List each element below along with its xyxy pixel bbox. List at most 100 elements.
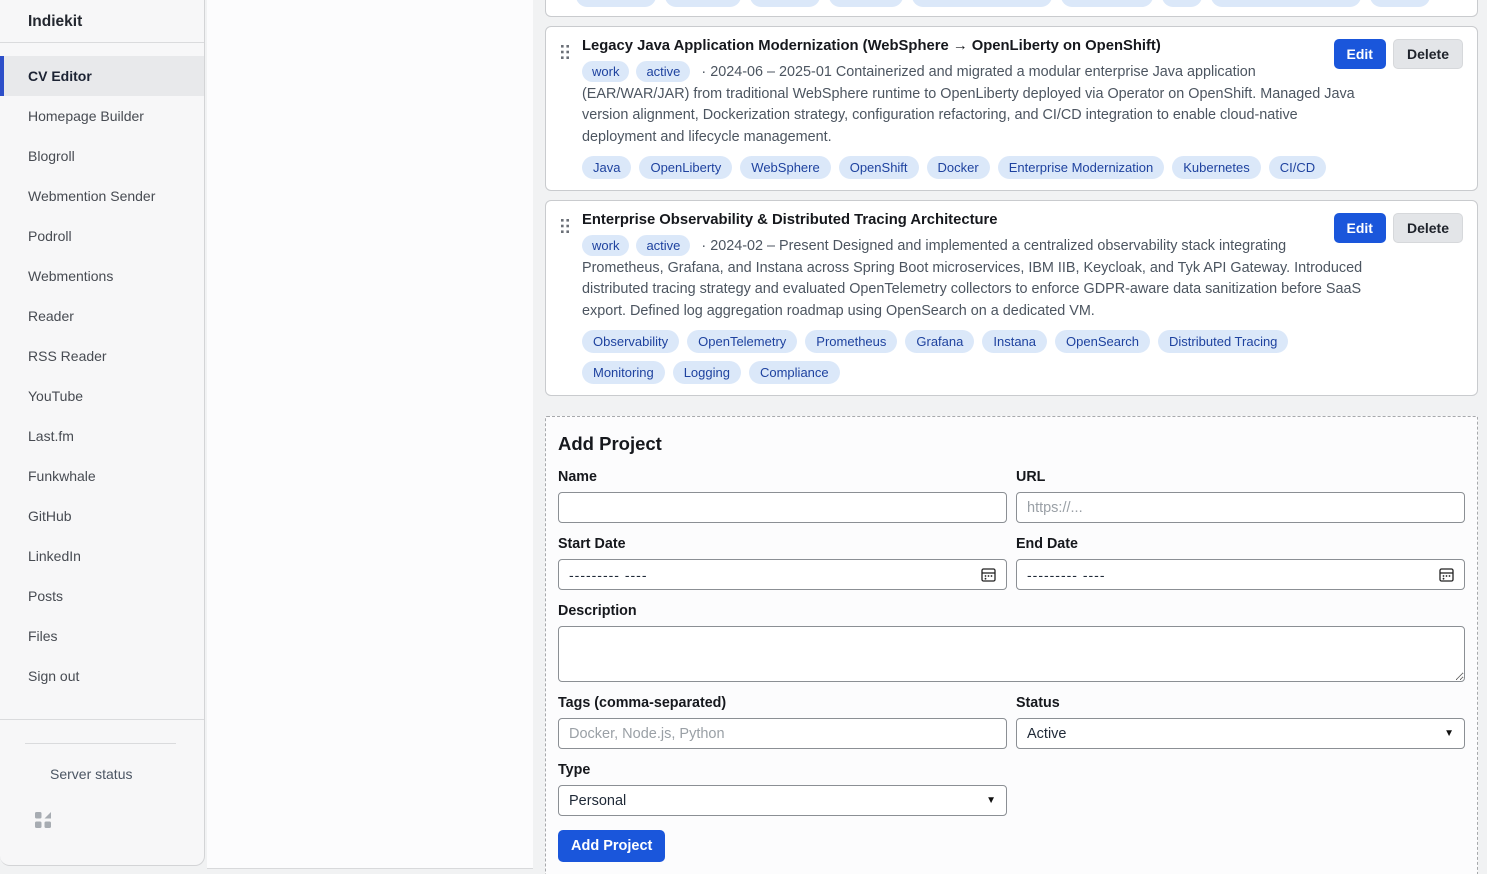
tag-pill: OpenSearch [1055,330,1150,353]
end-date-input[interactable]: --------- ---- [1016,559,1465,590]
tag-pill: OpenTelemetry [687,330,797,353]
start-date-placeholder: --------- ---- [569,567,648,583]
url-field-group: URL [1016,469,1465,523]
project-list: Legacy Java Application Modernization (W… [545,26,1478,396]
project-tag-list: Observability OpenTelemetry Prometheus Graf… [582,330,1363,384]
drag-handle-icon[interactable] [560,44,570,60]
start-date-input[interactable]: --------- ---- [558,559,1007,590]
project-card: Enterprise Observability & Distributed T… [545,200,1478,396]
sidebar-item-label: Reader [28,308,74,324]
start-date-field-group: Start Date --------- ---- [558,536,1007,590]
tag-pill-fragment [1211,0,1361,7]
truncated-tag-row [576,0,1430,7]
tag-pill: Instana [982,330,1047,353]
description-textarea[interactable] [558,626,1465,682]
sidebar-item-linkedin[interactable]: LinkedIn [0,536,204,576]
sidebar: Indiekit CV Editor Homepage Builder Blog… [0,0,205,866]
tags-label: Tags (comma-separated) [558,695,1007,711]
sidebar-item-label: Funkwhale [28,468,96,484]
sidebar-item-youtube[interactable]: YouTube [0,376,204,416]
sidebar-item-funkwhale[interactable]: Funkwhale [0,456,204,496]
sidebar-nav: CV Editor Homepage Builder Blogroll Webm… [0,43,204,719]
tag-pill: Grafana [905,330,974,353]
main-content: Legacy Java Application Modernization (W… [535,0,1487,874]
sidebar-item-label: Blogroll [28,148,75,164]
end-date-label: End Date [1016,536,1465,552]
delete-button[interactable]: Delete [1393,213,1463,243]
sidebar-item-label: GitHub [28,508,72,524]
badge-active: active [636,235,690,256]
status-selected-value: Active [1027,726,1067,742]
tag-pill: OpenShift [839,156,919,179]
drag-handle-icon[interactable] [560,218,570,234]
type-select[interactable]: Personal ▼ [558,785,1007,816]
project-description: · 2024-06 – 2025-01 Containerized and mi… [582,64,1355,145]
sidebar-item-rss-reader[interactable]: RSS Reader [0,336,204,376]
sidebar-item-posts[interactable]: Posts [0,576,204,616]
type-field-group: Type Personal ▼ [558,762,1007,816]
sidebar-item-webmentions[interactable]: Webmentions [0,256,204,296]
sidebar-item-label: RSS Reader [28,348,107,364]
edit-button[interactable]: Edit [1334,39,1386,69]
type-label: Type [558,762,1007,778]
sidebar-item-files[interactable]: Files [0,616,204,656]
sidebar-item-homepage-builder[interactable]: Homepage Builder [0,96,204,136]
sidebar-item-label: CV Editor [28,68,92,84]
sidebar-item-label: LinkedIn [28,548,81,564]
sidebar-item-label: Podroll [28,228,72,244]
sidebar-item-sign-out[interactable]: Sign out [0,656,204,696]
badge-work: work [582,61,629,82]
sidebar-item-github[interactable]: GitHub [0,496,204,536]
end-date-placeholder: --------- ---- [1027,567,1106,583]
type-selected-value: Personal [569,793,626,809]
tag-pill-fragment [665,0,741,7]
chevron-down-icon: ▼ [986,795,996,806]
sidebar-item-label: Webmentions [28,268,113,284]
tag-pill: Observability [582,330,679,353]
edit-button[interactable]: Edit [1334,213,1386,243]
tag-pill-fragment [912,0,1052,7]
project-title: Enterprise Observability & Distributed T… [582,210,1463,230]
sidebar-item-last-fm[interactable]: Last.fm [0,416,204,456]
delete-button[interactable]: Delete [1393,39,1463,69]
sidebar-item-webmention-sender[interactable]: Webmention Sender [0,176,204,216]
name-field-group: Name [558,469,1007,523]
calendar-icon[interactable] [981,567,996,582]
preview-panel [207,0,533,869]
calendar-icon[interactable] [1439,567,1454,582]
sidebar-item-label: Sign out [28,668,79,684]
form-heading: Add Project [558,433,1465,455]
chevron-down-icon: ▼ [1444,728,1454,739]
project-title: Legacy Java Application Modernization (W… [582,36,1463,56]
description-field-group: Description [558,603,1465,682]
tag-pill: Prometheus [805,330,897,353]
status-select[interactable]: Active ▼ [1016,718,1465,749]
tag-pill: OpenLiberty [639,156,732,179]
sidebar-item-cv-editor[interactable]: CV Editor [0,56,204,96]
add-project-form: Add Project Name URL Start Date --------… [545,416,1478,874]
tags-input[interactable] [558,718,1007,749]
status-label: Status [1016,695,1465,711]
tag-pill-fragment [750,0,820,7]
project-meta: workactive · 2024-02 – Present Designed … [582,235,1363,322]
sidebar-item-podroll[interactable]: Podroll [0,216,204,256]
name-input[interactable] [558,492,1007,523]
url-input[interactable] [1016,492,1465,523]
add-project-button[interactable]: Add Project [558,830,665,862]
sidebar-footer-divider [25,743,176,744]
sidebar-item-label: Last.fm [28,428,74,444]
tag-pill: Enterprise Modernization [998,156,1165,179]
tag-pill: CI/CD [1269,156,1326,179]
project-description: · 2024-02 – Present Designed and impleme… [582,238,1362,319]
tag-pill-fragment [1370,0,1430,7]
sidebar-item-blogroll[interactable]: Blogroll [0,136,204,176]
status-field-group: Status Active ▼ [1016,695,1465,749]
sidebar-item-label: Files [28,628,58,644]
tag-pill: Kubernetes [1172,156,1261,179]
tag-pill: Distributed Tracing [1158,330,1288,353]
tags-field-group: Tags (comma-separated) [558,695,1007,749]
sidebar-item-label: Posts [28,588,63,604]
tag-pill: WebSphere [740,156,830,179]
sidebar-item-reader[interactable]: Reader [0,296,204,336]
server-status-link[interactable]: Server status [50,766,204,782]
